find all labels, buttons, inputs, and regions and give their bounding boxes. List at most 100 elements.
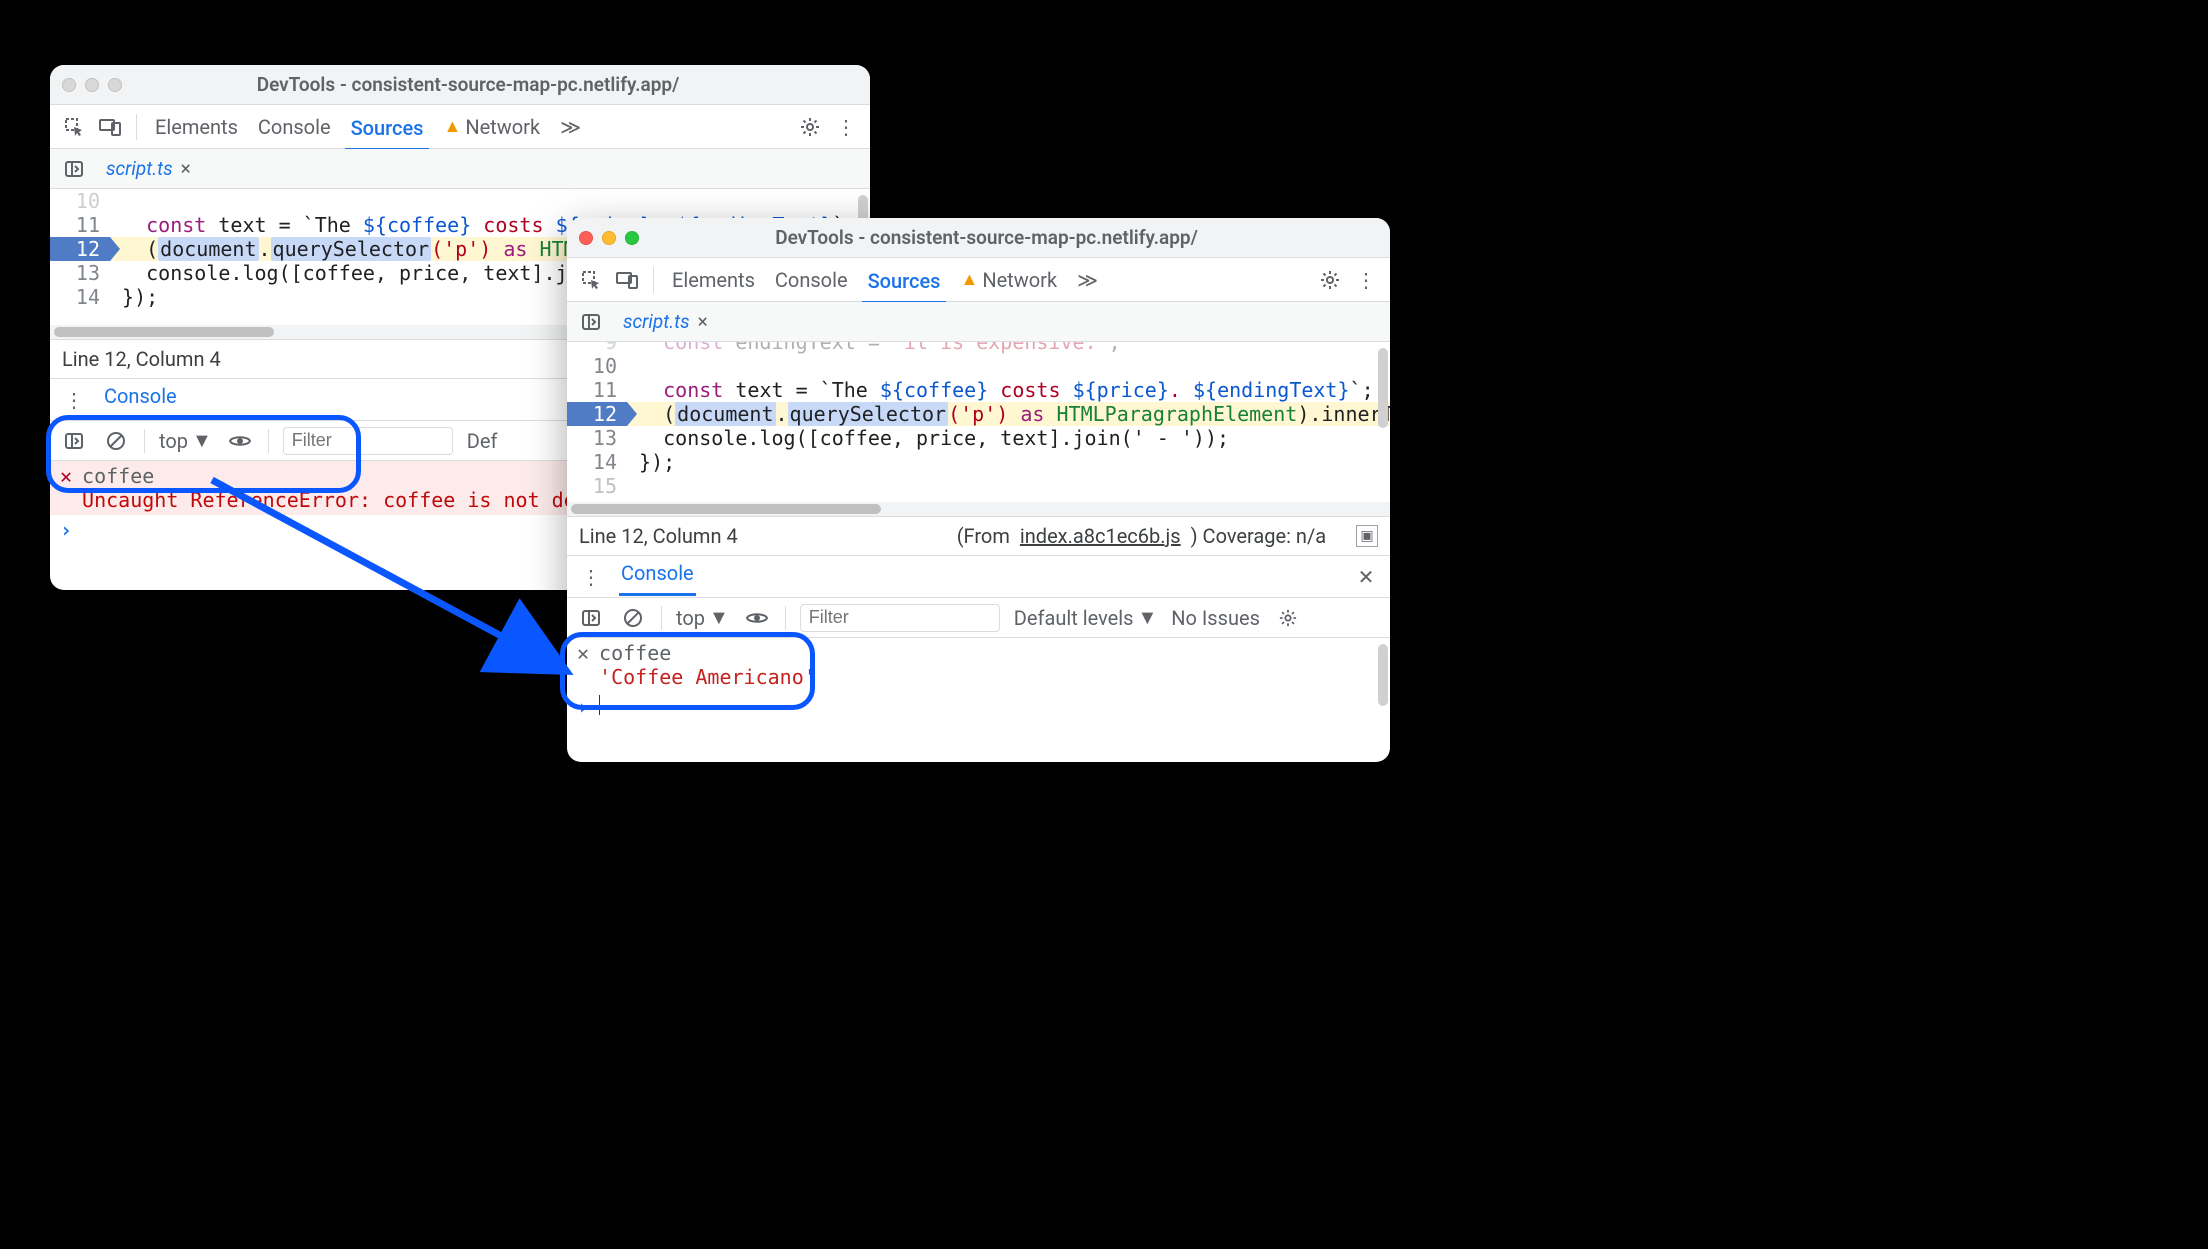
drawer-tab-console[interactable]: Console bbox=[619, 557, 696, 596]
navigator-toggle-icon[interactable] bbox=[577, 308, 605, 336]
titlebar[interactable]: DevTools - consistent-source-map-pc.netl… bbox=[50, 65, 870, 105]
coverage-label: ) Coverage: n/a bbox=[1191, 524, 1326, 548]
line-number: 12 bbox=[567, 402, 627, 426]
gear-icon[interactable] bbox=[1316, 266, 1344, 294]
console-toolbar: top▼ Default levels▼ No Issues bbox=[567, 598, 1390, 638]
zoom-icon[interactable] bbox=[625, 231, 639, 245]
file-tab-label: script.ts bbox=[106, 157, 173, 180]
line-number: 9 bbox=[567, 342, 627, 354]
filter-input[interactable] bbox=[283, 427, 453, 455]
console-result-row[interactable]: ✕ coffee 'Coffee Americano' bbox=[567, 638, 1390, 692]
tab-network[interactable]: ▲ Network bbox=[954, 264, 1063, 296]
tab-sources[interactable]: Sources bbox=[345, 112, 430, 151]
cursor-position: Line 12, Column 4 bbox=[579, 524, 738, 548]
sidebar-toggle-icon[interactable] bbox=[577, 604, 605, 632]
close-icon[interactable] bbox=[579, 231, 593, 245]
console-input[interactable]: › bbox=[567, 692, 1390, 722]
file-tabbar: script.ts × bbox=[567, 302, 1390, 342]
sidebar-toggle-icon[interactable] bbox=[60, 427, 88, 455]
device-toggle-icon[interactable] bbox=[96, 113, 124, 141]
minimize-icon[interactable] bbox=[85, 78, 99, 92]
cursor-position: Line 12, Column 4 bbox=[62, 347, 221, 371]
traffic-lights bbox=[579, 231, 639, 245]
minimize-icon[interactable] bbox=[602, 231, 616, 245]
inspect-icon[interactable] bbox=[577, 266, 605, 294]
context-select[interactable]: top▼ bbox=[676, 605, 729, 630]
titlebar[interactable]: DevTools - consistent-source-map-pc.netl… bbox=[567, 218, 1390, 258]
line-number: 13 bbox=[567, 426, 627, 450]
close-icon[interactable]: ✕ bbox=[1352, 563, 1380, 591]
code-line-active[interactable]: (document.querySelector('p') as HTMLPara… bbox=[627, 402, 1390, 426]
scrollbar-vertical[interactable] bbox=[1378, 644, 1388, 706]
more-icon[interactable]: ⋮ bbox=[60, 386, 88, 414]
line-number: 10 bbox=[567, 354, 627, 378]
collapse-icon[interactable]: ▣ bbox=[1356, 525, 1378, 547]
chevron-down-icon: ▼ bbox=[1137, 605, 1157, 630]
inspect-icon[interactable] bbox=[60, 113, 88, 141]
context-select[interactable]: top▼ bbox=[159, 428, 212, 453]
warning-icon: ▲ bbox=[960, 269, 978, 290]
line-number: 14 bbox=[567, 450, 627, 474]
tab-elements[interactable]: Elements bbox=[149, 111, 244, 143]
console-expression: coffee bbox=[599, 641, 816, 665]
tab-console[interactable]: Console bbox=[252, 111, 337, 143]
more-icon[interactable]: ⋮ bbox=[1352, 266, 1380, 294]
code-line[interactable]: }); bbox=[627, 450, 1390, 474]
drawer-tab-console[interactable]: Console bbox=[102, 380, 179, 419]
chevron-down-icon: ▼ bbox=[192, 428, 212, 453]
code-line[interactable]: const endingText = it is expensive. ; bbox=[627, 342, 1390, 354]
issues-label[interactable]: No Issues bbox=[1171, 606, 1260, 630]
from-label: (From bbox=[957, 524, 1010, 548]
file-tabbar: script.ts × bbox=[50, 149, 870, 189]
close-icon[interactable] bbox=[62, 78, 76, 92]
close-icon[interactable]: ✕ bbox=[577, 641, 589, 665]
tab-console[interactable]: Console bbox=[769, 264, 854, 296]
more-icon[interactable]: ⋮ bbox=[832, 113, 860, 141]
log-levels-select[interactable]: Default levels▼ bbox=[1014, 605, 1157, 630]
line-number: 10 bbox=[50, 189, 110, 213]
error-icon: ✕ bbox=[60, 464, 72, 488]
chevron-down-icon: ▼ bbox=[709, 605, 729, 630]
tabs-overflow-icon[interactable]: ≫ bbox=[1071, 264, 1104, 296]
filter-input[interactable] bbox=[800, 604, 1000, 632]
scrollbar-vertical[interactable] bbox=[1378, 348, 1388, 428]
code-editor[interactable]: 9 const endingText = it is expensive. ; … bbox=[567, 342, 1390, 502]
zoom-icon[interactable] bbox=[108, 78, 122, 92]
clear-console-icon[interactable] bbox=[619, 604, 647, 632]
scrollbar-horizontal[interactable] bbox=[567, 502, 1390, 516]
line-number: 13 bbox=[50, 261, 110, 285]
device-toggle-icon[interactable] bbox=[613, 266, 641, 294]
navigator-toggle-icon[interactable] bbox=[60, 155, 88, 183]
code-line[interactable]: console.log([coffee, price, text].join('… bbox=[627, 426, 1390, 450]
close-icon[interactable]: × bbox=[181, 157, 191, 180]
close-icon[interactable]: × bbox=[698, 310, 708, 333]
live-expression-icon[interactable] bbox=[226, 427, 254, 455]
tab-network[interactable]: ▲ Network bbox=[437, 111, 546, 143]
editor-status-bar: Line 12, Column 4 (From index.a8c1ec6b.j… bbox=[567, 516, 1390, 556]
tab-elements[interactable]: Elements bbox=[666, 264, 761, 296]
live-expression-icon[interactable] bbox=[743, 604, 771, 632]
code-line[interactable]: const text = `The ${coffee} costs ${pric… bbox=[627, 378, 1390, 402]
main-tabbar: Elements Console Sources ▲ Network ≫ ⋮ bbox=[50, 105, 870, 149]
tab-network-label: Network bbox=[465, 115, 540, 139]
separator bbox=[136, 114, 137, 140]
console-result: 'Coffee Americano' bbox=[599, 665, 816, 689]
tab-sources[interactable]: Sources bbox=[862, 265, 947, 304]
line-number: 11 bbox=[567, 378, 627, 402]
file-tab-script[interactable]: script.ts × bbox=[98, 154, 199, 183]
devtools-window-right: DevTools - consistent-source-map-pc.netl… bbox=[567, 218, 1390, 762]
traffic-lights bbox=[62, 78, 122, 92]
gear-icon[interactable] bbox=[1274, 604, 1302, 632]
main-tabbar: Elements Console Sources ▲ Network ≫ ⋮ bbox=[567, 258, 1390, 302]
clear-console-icon[interactable] bbox=[102, 427, 130, 455]
log-levels-select[interactable]: Def bbox=[467, 429, 498, 453]
drawer-header: ⋮ Console ✕ bbox=[567, 556, 1390, 598]
line-number: 14 bbox=[50, 285, 110, 309]
from-file-link[interactable]: index.a8c1ec6b.js bbox=[1020, 524, 1181, 548]
tabs-overflow-icon[interactable]: ≫ bbox=[554, 111, 587, 143]
gear-icon[interactable] bbox=[796, 113, 824, 141]
more-icon[interactable]: ⋮ bbox=[577, 563, 605, 591]
file-tab-label: script.ts bbox=[623, 310, 690, 333]
line-number: 15 bbox=[567, 474, 627, 498]
file-tab-script[interactable]: script.ts × bbox=[615, 307, 716, 336]
